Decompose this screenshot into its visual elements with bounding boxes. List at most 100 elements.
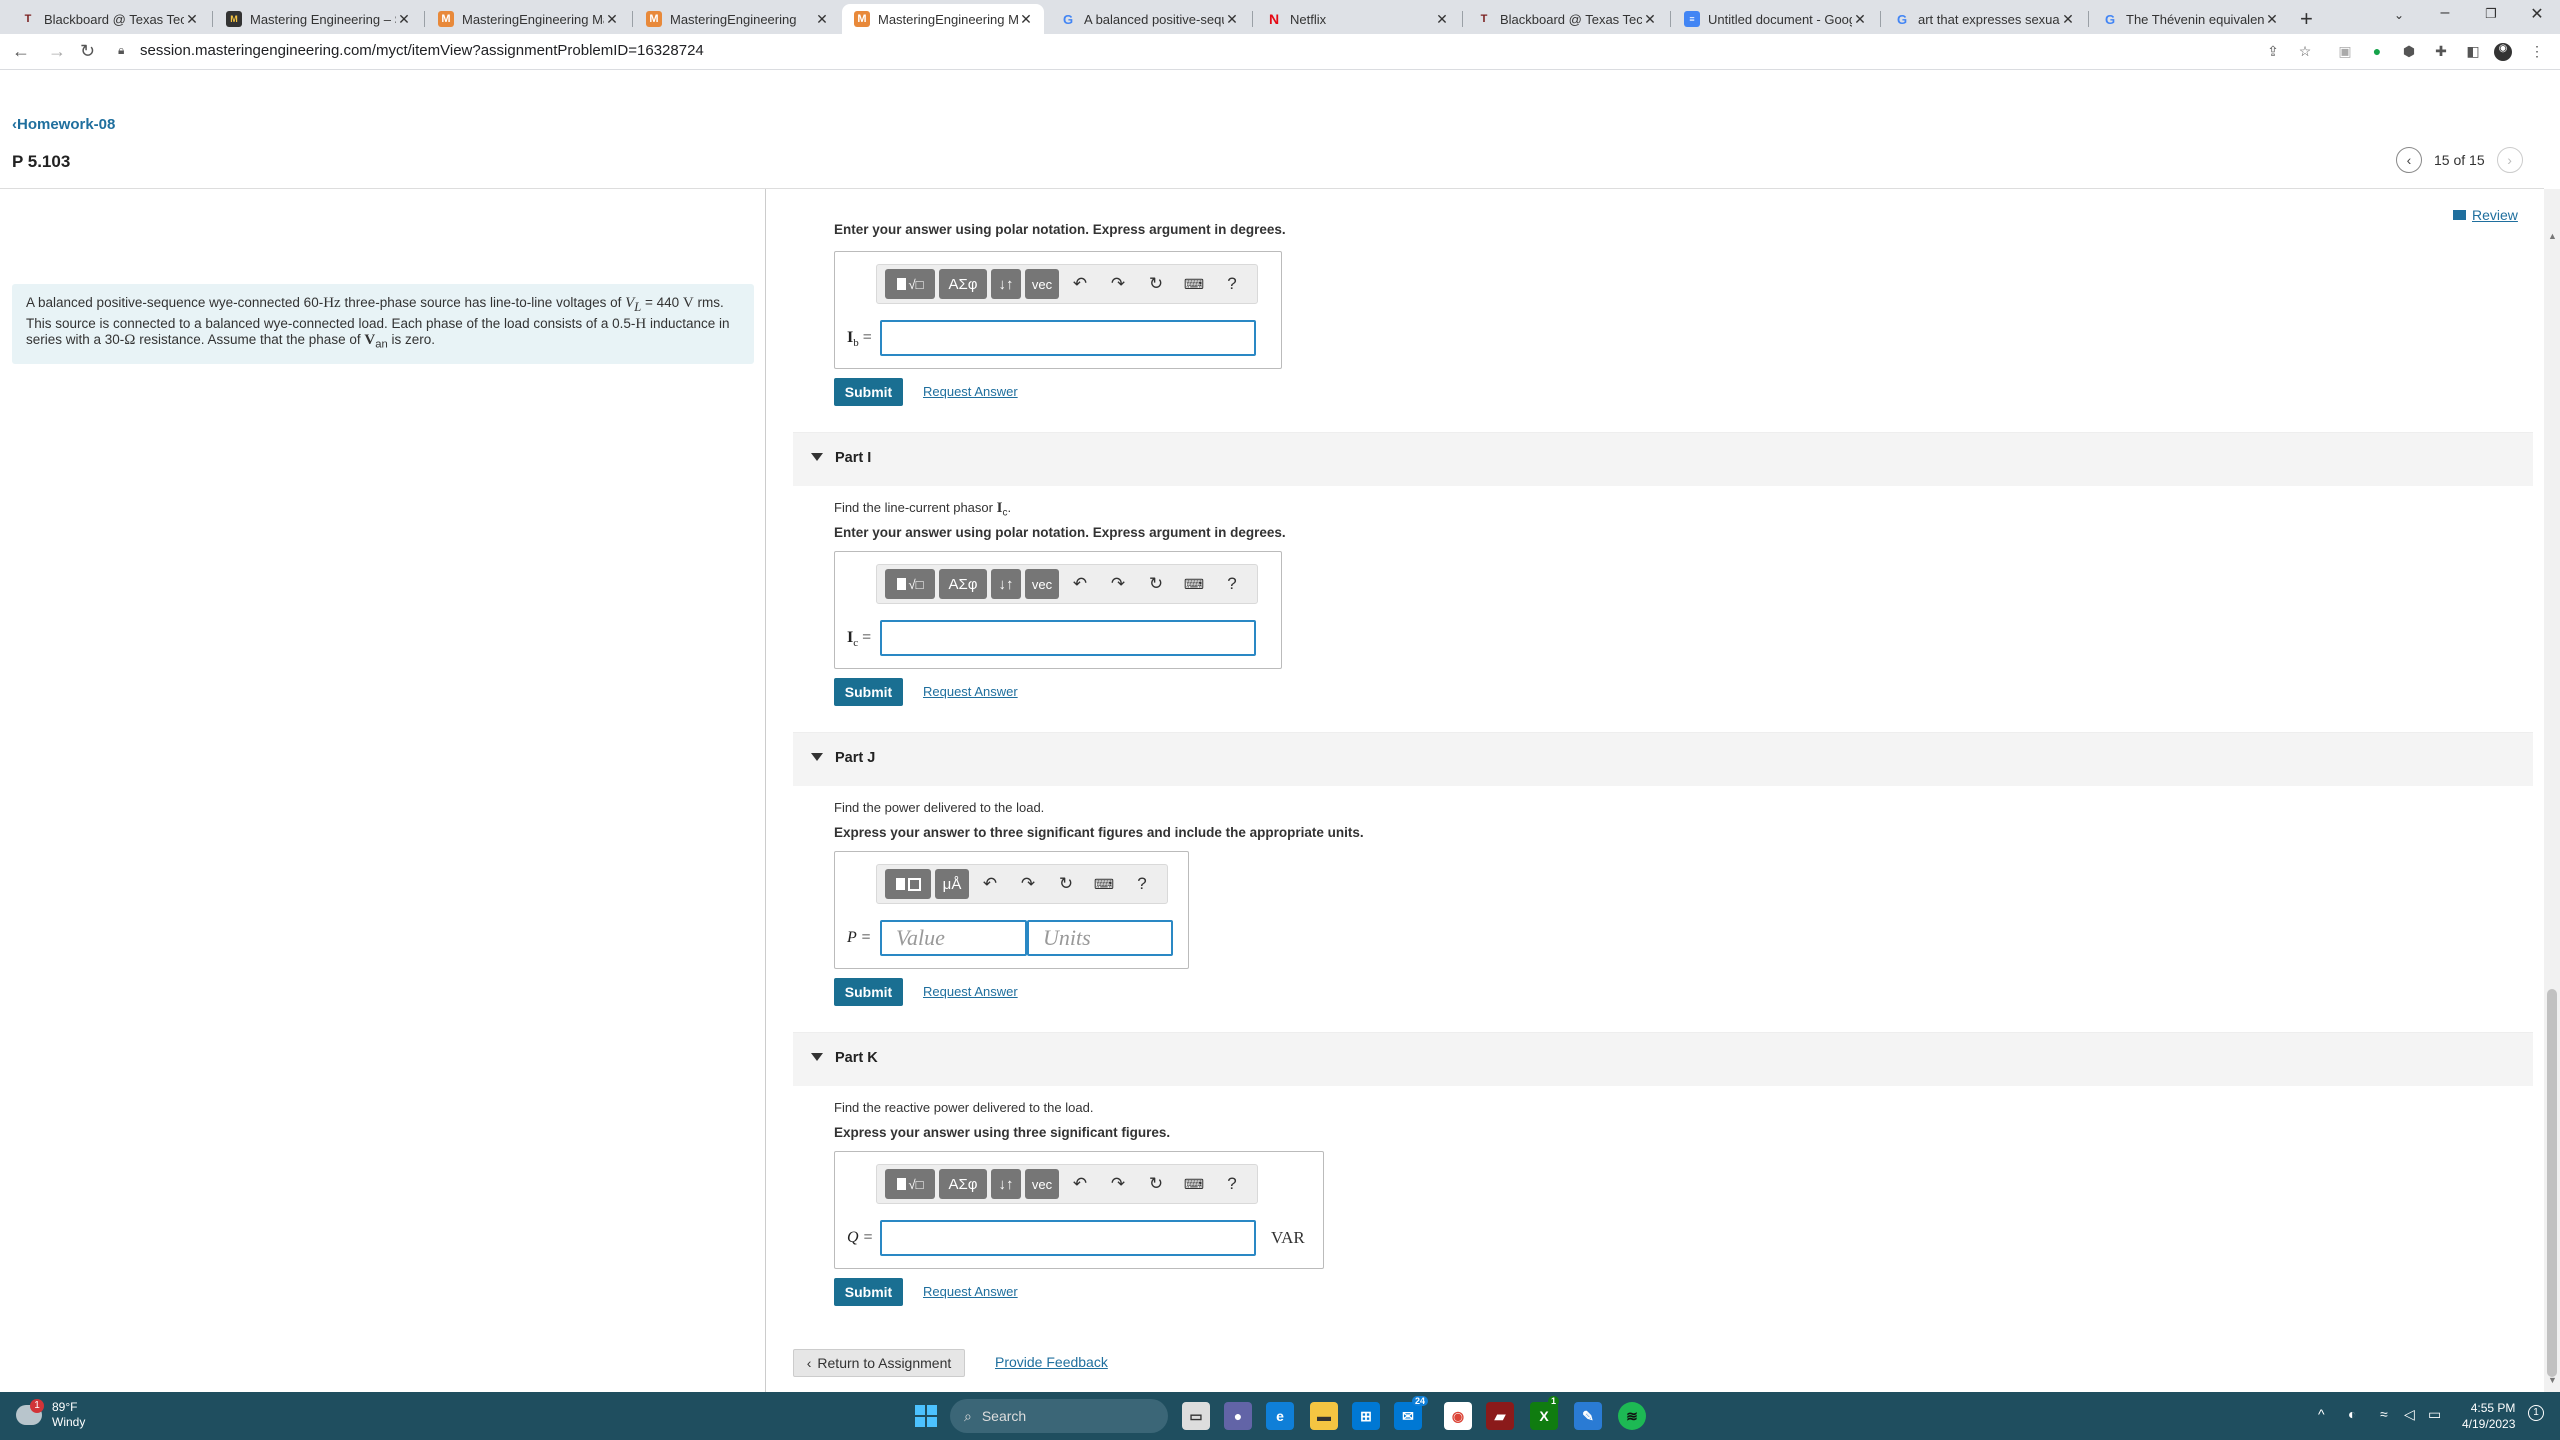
part-h-request-answer-link[interactable]: Request Answer [923,384,1018,399]
part-i-answer-input[interactable] [880,620,1256,656]
part-i-request-answer-link[interactable]: Request Answer [923,684,1018,699]
keyboard-icon[interactable]: ⌨ [1177,269,1211,299]
template-button[interactable]: √□ [885,269,935,299]
file-explorer-icon[interactable]: ▬ [1310,1402,1338,1430]
close-icon[interactable]: ✕ [604,11,620,28]
return-to-assignment-button[interactable]: ‹ Return to Assignment [793,1349,965,1377]
part-k-answer-input[interactable] [880,1220,1256,1256]
help-icon[interactable]: ? [1215,569,1249,599]
keyboard-icon[interactable]: ⌨ [1177,569,1211,599]
part-j-request-answer-link[interactable]: Request Answer [923,984,1018,999]
undo-icon[interactable]: ↶ [1063,269,1097,299]
browser-tab[interactable]: M Mastering Engineering – Sp ✕ [214,4,422,34]
part-i-submit-button[interactable]: Submit [834,678,903,706]
close-icon[interactable]: ✕ [814,11,830,28]
avatar[interactable]: ◉ [2494,43,2512,61]
part-k-submit-button[interactable]: Submit [834,1278,903,1306]
keyboard-icon[interactable]: ⌨ [1087,869,1121,899]
chrome-icon[interactable]: ◉ [1444,1402,1472,1430]
extension-icon[interactable]: ▣ [2336,43,2354,61]
notification-badge[interactable]: 1 [2528,1405,2544,1421]
undo-icon[interactable]: ↶ [1063,569,1097,599]
close-window-button[interactable]: ✕ [2522,4,2552,24]
help-icon[interactable]: ? [1215,1169,1249,1199]
store-icon[interactable]: ⊞ [1352,1402,1380,1430]
start-icon[interactable] [912,1402,940,1430]
sidebar-icon[interactable]: ◧ [2464,43,2482,61]
help-icon[interactable]: ? [1215,269,1249,299]
template-button[interactable]: √□ [885,1169,935,1199]
units-button[interactable]: μÅ [935,869,969,899]
close-icon[interactable]: ✕ [1434,11,1450,28]
close-icon[interactable]: ✕ [184,11,200,28]
template-button[interactable]: √□ [885,569,935,599]
edge-icon[interactable]: e [1266,1402,1294,1430]
vector-button[interactable]: vec [1025,1169,1059,1199]
pen-icon[interactable]: ✎ [1574,1402,1602,1430]
part-j-header[interactable]: Part J [793,732,2533,786]
menu-dots-icon[interactable]: ⋮ [2528,43,2546,61]
help-icon[interactable]: ? [1125,869,1159,899]
greek-button[interactable]: ΑΣφ [939,269,987,299]
browser-tab[interactable]: ≡ Untitled document - Goog ✕ [1672,4,1878,34]
close-icon[interactable]: ✕ [1852,11,1868,28]
close-icon[interactable]: ✕ [1224,11,1240,28]
redo-icon[interactable]: ↷ [1101,269,1135,299]
close-icon[interactable]: ✕ [2264,11,2280,28]
restore-button[interactable]: ❐ [2476,6,2506,22]
browser-tab[interactable]: G A balanced positive-seque ✕ [1048,4,1250,34]
vector-button[interactable]: vec [1025,269,1059,299]
wifi-icon[interactable]: ≈ [2380,1406,2388,1422]
close-icon[interactable]: ✕ [396,11,412,28]
scroll-thumb[interactable] [2547,989,2557,1377]
task-view-icon[interactable]: ▭ [1182,1402,1210,1430]
new-tab-button[interactable]: + [2300,6,2313,32]
greek-button[interactable]: ΑΣφ [939,569,987,599]
browser-tab[interactable]: G art that expresses sexuality ✕ [1882,4,2086,34]
redo-icon[interactable]: ↷ [1101,569,1135,599]
template-button[interactable] [885,869,931,899]
part-j-units-input[interactable]: Units [1027,920,1173,956]
close-icon[interactable]: ✕ [2060,11,2076,28]
reset-icon[interactable]: ↻ [1049,869,1083,899]
browser-tab[interactable]: T Blackboard @ Texas Tech U ✕ [8,4,210,34]
browser-tab[interactable]: M MasteringEngineering ✕ [634,4,840,34]
spotify-icon[interactable]: ≋ [1618,1402,1646,1430]
antivirus-icon[interactable]: ◐ [2348,1406,2356,1422]
forward-icon[interactable]: → [48,41,66,62]
redo-icon[interactable]: ↷ [1101,1169,1135,1199]
next-problem-button[interactable]: › [2496,147,2523,173]
scroll-down-icon[interactable]: ▼ [2548,1375,2557,1385]
browser-tab[interactable]: N Netflix ✕ [1254,4,1460,34]
shield-icon[interactable]: ⬢ [2400,43,2418,61]
url-field[interactable]: session.masteringengineering.com/myct/it… [140,42,704,59]
back-icon[interactable]: ← [12,41,30,62]
subscript-button[interactable]: ↓↑ [991,569,1021,599]
redo-icon[interactable]: ↷ [1011,869,1045,899]
page-scrollbar[interactable]: ▲ ▼ [2544,189,2560,1392]
browser-tab[interactable]: G The Thévenin equivalent of ✕ [2090,4,2290,34]
subscript-button[interactable]: ↓↑ [991,1169,1021,1199]
part-j-submit-button[interactable]: Submit [834,978,903,1006]
battery-icon[interactable]: ▭ [2428,1406,2441,1423]
puzzle-icon[interactable]: ✚ [2432,43,2450,61]
app-icon[interactable]: ▰ [1486,1402,1514,1430]
keyboard-icon[interactable]: ⌨ [1177,1169,1211,1199]
undo-icon[interactable]: ↶ [1063,1169,1097,1199]
greek-button[interactable]: ΑΣφ [939,1169,987,1199]
reset-icon[interactable]: ↻ [1139,1169,1173,1199]
scroll-up-icon[interactable]: ▲ [2548,231,2557,241]
minimize-button[interactable]: – [2430,4,2460,22]
part-k-request-answer-link[interactable]: Request Answer [923,1284,1018,1299]
teams-icon[interactable]: ● [1224,1402,1252,1430]
weather-widget[interactable]: 1 89°F Windy [16,1399,85,1430]
reload-icon[interactable]: ↻ [80,41,95,62]
browser-tab[interactable]: M MasteringEngineering Mas ✕ [426,4,630,34]
part-k-header[interactable]: Part K [793,1032,2533,1086]
part-h-submit-button[interactable]: Submit [834,378,903,406]
tab-search-icon[interactable]: ⌄ [2384,8,2414,22]
close-icon[interactable]: ✕ [1642,11,1658,28]
system-clock[interactable]: 4:55 PM 4/19/2023 [2462,1400,2515,1432]
browser-tab[interactable]: T Blackboard @ Texas Tech U ✕ [1464,4,1668,34]
subscript-button[interactable]: ↓↑ [991,269,1021,299]
